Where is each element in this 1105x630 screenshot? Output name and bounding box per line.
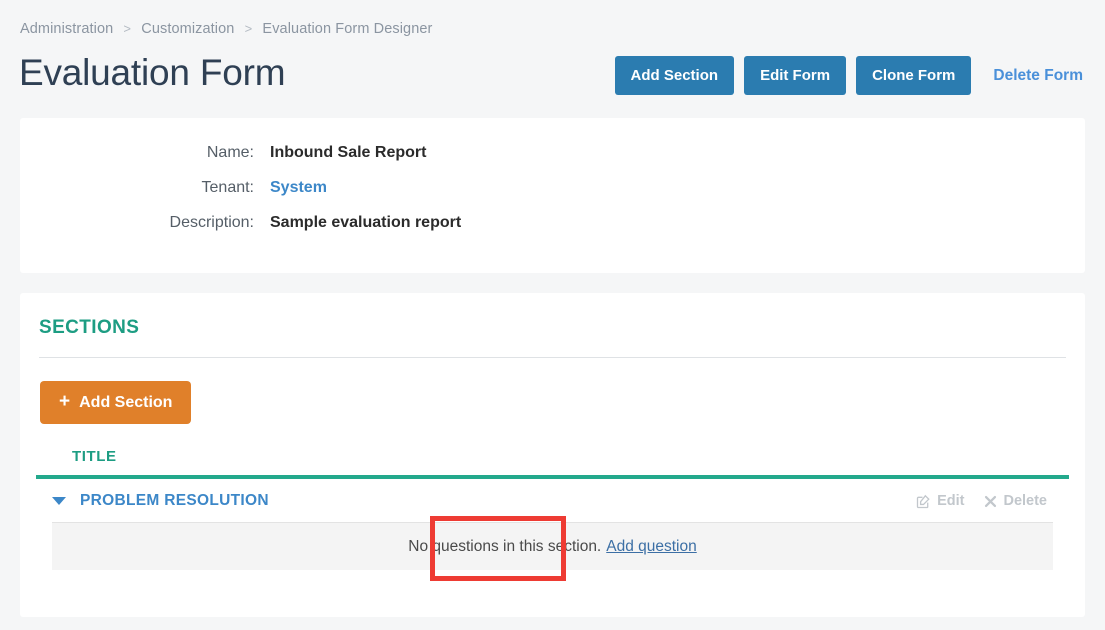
- column-header-title: TITLE: [72, 448, 117, 465]
- info-value-name: Inbound Sale Report: [270, 144, 427, 161]
- info-label-name: Name:: [206, 144, 254, 161]
- edit-section-action[interactable]: Edit: [916, 493, 964, 509]
- breadcrumb-item-evaluation-form-designer[interactable]: Evaluation Form Designer: [262, 21, 432, 37]
- info-label-tenant: Tenant:: [201, 179, 254, 196]
- breadcrumb-separator-icon: >: [244, 21, 253, 36]
- delete-section-label: Delete: [1003, 493, 1047, 509]
- section-row-actions: Edit Delete: [916, 493, 1061, 509]
- empty-questions-strip: No questions in this section. Add questi…: [52, 522, 1053, 570]
- breadcrumb-separator-icon: >: [123, 21, 132, 36]
- add-section-orange-label: Add Section: [79, 393, 173, 411]
- sections-card: SECTIONS + Add Section TITLE PROBLEM RES…: [20, 293, 1085, 617]
- delete-section-action[interactable]: Delete: [984, 493, 1047, 509]
- plus-icon: +: [59, 391, 71, 412]
- info-label-description: Description:: [169, 214, 254, 231]
- add-section-orange-button[interactable]: + Add Section: [40, 381, 192, 424]
- form-info-card: Name: Inbound Sale Report Tenant: System…: [20, 118, 1085, 273]
- header-actions: Add Section Edit Form Clone Form Delete …: [605, 56, 1083, 95]
- info-value-description: Sample evaluation report: [270, 214, 462, 231]
- breadcrumb-item-administration[interactable]: Administration: [20, 21, 113, 37]
- edit-section-label: Edit: [937, 493, 965, 509]
- info-row-description: Description: Sample evaluation report: [20, 214, 1085, 232]
- section-row-left: PROBLEM RESOLUTION: [36, 492, 269, 510]
- breadcrumb: Administration > Customization > Evaluat…: [20, 21, 432, 37]
- info-row-tenant: Tenant: System: [20, 179, 1085, 197]
- empty-questions-message: No questions in this section.: [408, 537, 602, 555]
- delete-form-link[interactable]: Delete Form: [993, 67, 1083, 85]
- panel-divider: [39, 357, 1066, 358]
- add-section-button[interactable]: Add Section: [614, 56, 735, 95]
- page-title: Evaluation Form: [19, 52, 286, 93]
- info-value-tenant-link[interactable]: System: [270, 179, 327, 197]
- sections-table-header: TITLE: [36, 448, 1069, 479]
- clone-form-button[interactable]: Clone Form: [856, 56, 972, 95]
- pencil-square-icon: [916, 494, 931, 509]
- sections-table: TITLE PROBLEM RESOLUTION Edit Delete No …: [36, 448, 1069, 570]
- caret-down-icon[interactable]: [52, 497, 66, 505]
- section-title-problem-resolution[interactable]: PROBLEM RESOLUTION: [80, 492, 269, 510]
- close-x-icon: [984, 495, 997, 508]
- add-question-link[interactable]: Add question: [606, 538, 697, 556]
- table-row: PROBLEM RESOLUTION Edit Delete: [36, 479, 1069, 522]
- breadcrumb-item-customization[interactable]: Customization: [141, 21, 234, 37]
- sections-panel-heading: SECTIONS: [39, 317, 140, 338]
- edit-form-button[interactable]: Edit Form: [744, 56, 847, 95]
- info-row-name: Name: Inbound Sale Report: [20, 144, 1085, 162]
